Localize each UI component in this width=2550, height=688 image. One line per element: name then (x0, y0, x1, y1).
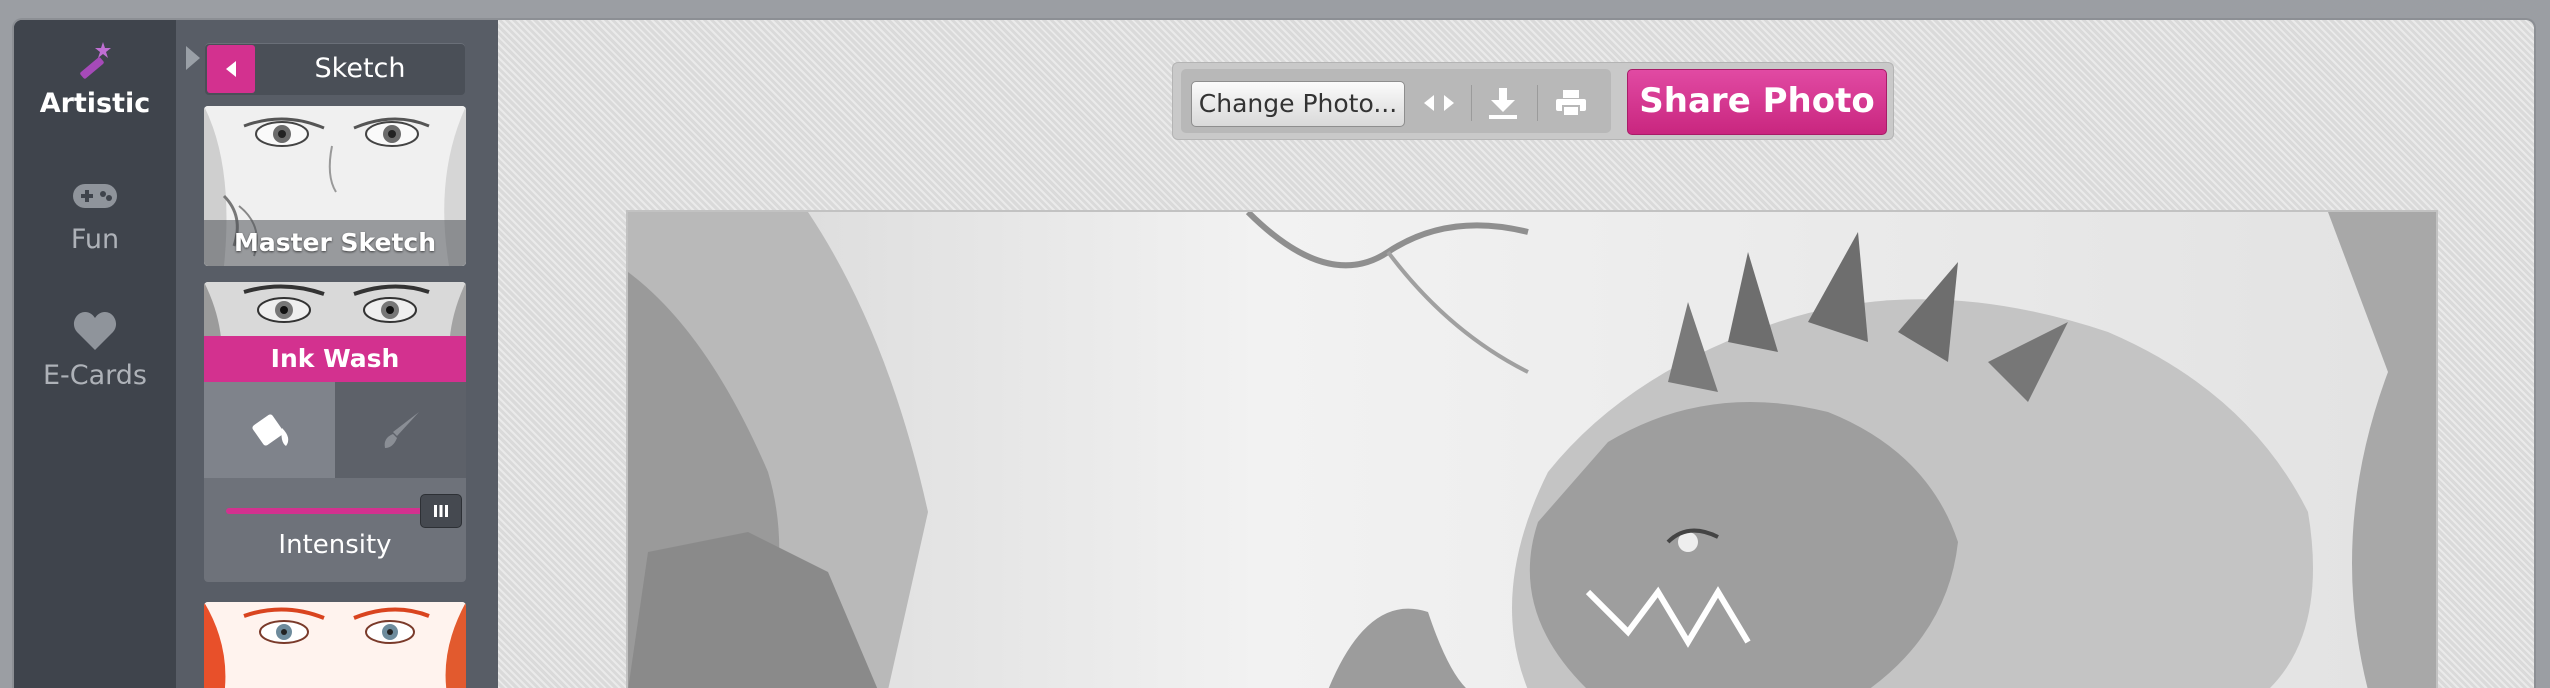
filter-label: Ink Wash (204, 336, 466, 382)
category-rail: Artistic Fun E-Cards (14, 20, 176, 688)
download-icon (1489, 88, 1517, 119)
brush-tool-button[interactable] (335, 382, 466, 478)
category-artistic[interactable]: Artistic (14, 38, 176, 119)
fill-tool-button[interactable] (204, 382, 335, 478)
chevron-left-icon (226, 61, 236, 77)
back-button[interactable] (207, 45, 255, 93)
download-button[interactable] (1475, 81, 1531, 125)
category-label: Artistic (39, 88, 151, 119)
grip-icon (434, 505, 448, 517)
gamepad-icon (73, 184, 117, 208)
workspace: Change Photo... Share Photo (498, 20, 2534, 688)
filter-card-color-sketch[interactable] (204, 602, 466, 688)
heart-icon (73, 312, 117, 350)
brush-icon (384, 412, 419, 448)
filter-thumbnail (204, 602, 466, 688)
panel-pointer-icon (186, 46, 200, 70)
toolbar-divider (1471, 85, 1472, 121)
share-photo-button[interactable]: Share Photo (1627, 69, 1887, 135)
change-photo-button[interactable]: Change Photo... (1191, 81, 1405, 127)
filter-controls: Intensity (204, 382, 466, 582)
print-button[interactable] (1543, 81, 1599, 125)
intensity-label: Intensity (278, 530, 392, 560)
filter-panel: Sketch Master Sketch Ink Wash Intensity (176, 20, 498, 688)
compare-button[interactable] (1411, 81, 1467, 125)
photo-toolbar: Change Photo... Share Photo (1172, 62, 1894, 140)
filter-card-ink-wash[interactable]: Ink Wash (204, 282, 466, 382)
dragon-sketch-image (628, 212, 2436, 688)
category-label: Fun (70, 224, 120, 255)
photo-canvas (626, 210, 2438, 688)
filter-card-master-sketch[interactable]: Master Sketch (204, 106, 466, 266)
slider-handle[interactable] (420, 494, 462, 528)
category-label: E-Cards (42, 360, 148, 391)
paint-bucket-icon (251, 414, 288, 446)
filter-label: Master Sketch (204, 220, 466, 266)
filter-group-header: Sketch (205, 43, 465, 95)
magic-wand-icon (80, 42, 111, 79)
toolbar-divider (1537, 85, 1538, 121)
category-ecards[interactable]: E-Cards (14, 310, 176, 391)
intensity-slider[interactable] (226, 494, 462, 528)
compare-icon (1424, 95, 1454, 111)
app-window: Artistic Fun E-Cards Sketch Master Sketc… (14, 20, 2534, 688)
category-fun[interactable]: Fun (14, 176, 176, 255)
print-icon (1556, 90, 1586, 117)
filter-group-title: Sketch (314, 53, 406, 84)
